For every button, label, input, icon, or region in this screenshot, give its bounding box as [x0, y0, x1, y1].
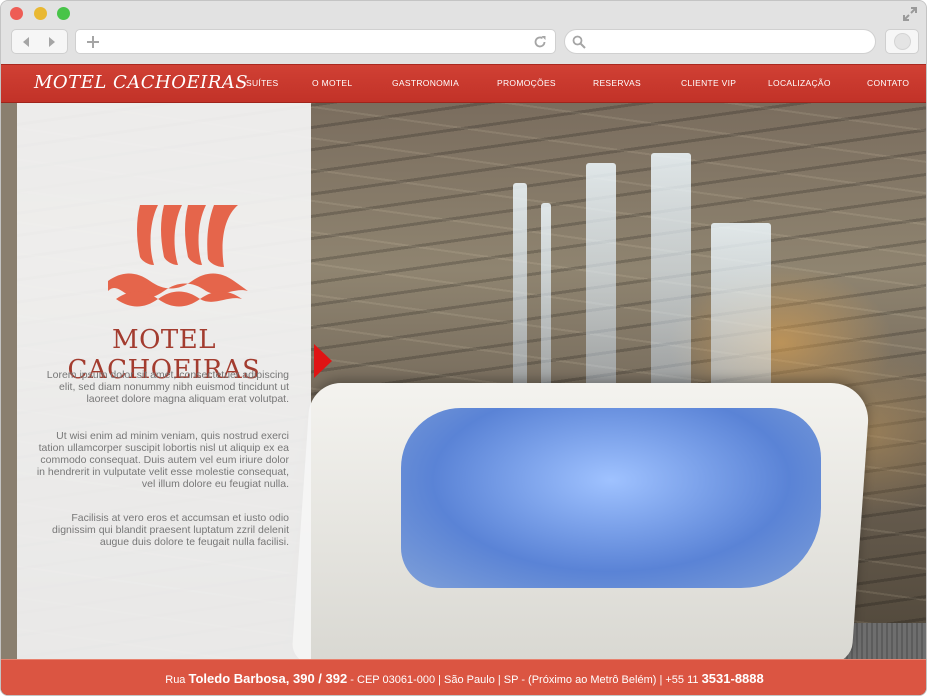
menu-item-localizacao[interactable]: LOCALIZAÇÃO [768, 78, 831, 88]
plus-icon[interactable] [86, 35, 100, 49]
browser-toolbar [1, 1, 926, 64]
menu-item-reservas[interactable]: RESERVAS [593, 78, 641, 88]
browser-search-field[interactable] [564, 29, 876, 54]
jacuzzi-water-image [401, 408, 821, 588]
forward-arrow-icon[interactable] [46, 36, 58, 48]
address-bar[interactable] [75, 29, 556, 54]
reload-icon[interactable] [533, 35, 547, 49]
menu-item-cliente-vip[interactable]: CLIENTE VIP [681, 78, 736, 88]
navigation-buttons [11, 29, 68, 54]
site-logo[interactable]: MOTEL CACHOEIRAS [34, 72, 248, 93]
search-icon [572, 35, 586, 49]
footer-details: - CEP 03061-000 | São Paulo | SP - (Próx… [350, 674, 699, 686]
site-header: MOTEL CACHOEIRAS SUÍTES O MOTEL GASTRONO… [1, 64, 926, 104]
zoom-window-button[interactable] [57, 7, 70, 20]
waterfall-image [513, 183, 527, 413]
menu-item-suites[interactable]: SUÍTES [246, 78, 279, 88]
intro-paragraph: Ut wisi enim ad minim veniam, quis nostr… [36, 430, 289, 490]
footer-street: Toledo Barbosa, 390 / 392 [188, 671, 348, 686]
photo-edge [1, 103, 17, 659]
waterfall-image [541, 203, 551, 413]
minimize-window-button[interactable] [34, 7, 47, 20]
intro-paragraph: Lorem ipsum dolor sit amet, consectetuer… [46, 369, 289, 405]
waterfall-logo-icon [108, 205, 248, 307]
menu-item-o-motel[interactable]: O MOTEL [312, 78, 352, 88]
footer-phone[interactable]: 3531-8888 [702, 671, 764, 686]
footer-address: Rua Toledo Barbosa, 390 / 392 - CEP 0306… [1, 671, 926, 686]
waterfall-image [651, 153, 691, 413]
menu-item-contato[interactable]: CONTATO [867, 78, 909, 88]
info-panel: MOTEL CACHOEIRAS Lorem ipsum dolor sit a… [17, 103, 311, 659]
slider-next-arrow[interactable] [314, 344, 332, 378]
footer-rua-label: Rua [165, 674, 186, 686]
browser-window: MOTEL CACHOEIRAS SUÍTES O MOTEL GASTRONO… [0, 0, 927, 696]
site-footer: Rua Toledo Barbosa, 390 / 392 - CEP 0306… [1, 659, 926, 695]
back-arrow-icon[interactable] [20, 36, 32, 48]
main-menu: SUÍTES O MOTEL GASTRONOMIA PROMOÇÕES RES… [236, 65, 916, 104]
intro-paragraph: Facilisis at vero eros et accumsan et iu… [52, 512, 289, 548]
expand-icon[interactable] [902, 6, 918, 22]
waterfall-image [586, 163, 616, 413]
menu-item-gastronomia[interactable]: GASTRONOMIA [392, 78, 459, 88]
menu-item-promocoes[interactable]: PROMOÇÕES [497, 78, 556, 88]
extension-button[interactable] [885, 29, 919, 54]
website: MOTEL CACHOEIRAS SUÍTES O MOTEL GASTRONO… [1, 64, 926, 695]
close-window-button[interactable] [10, 7, 23, 20]
